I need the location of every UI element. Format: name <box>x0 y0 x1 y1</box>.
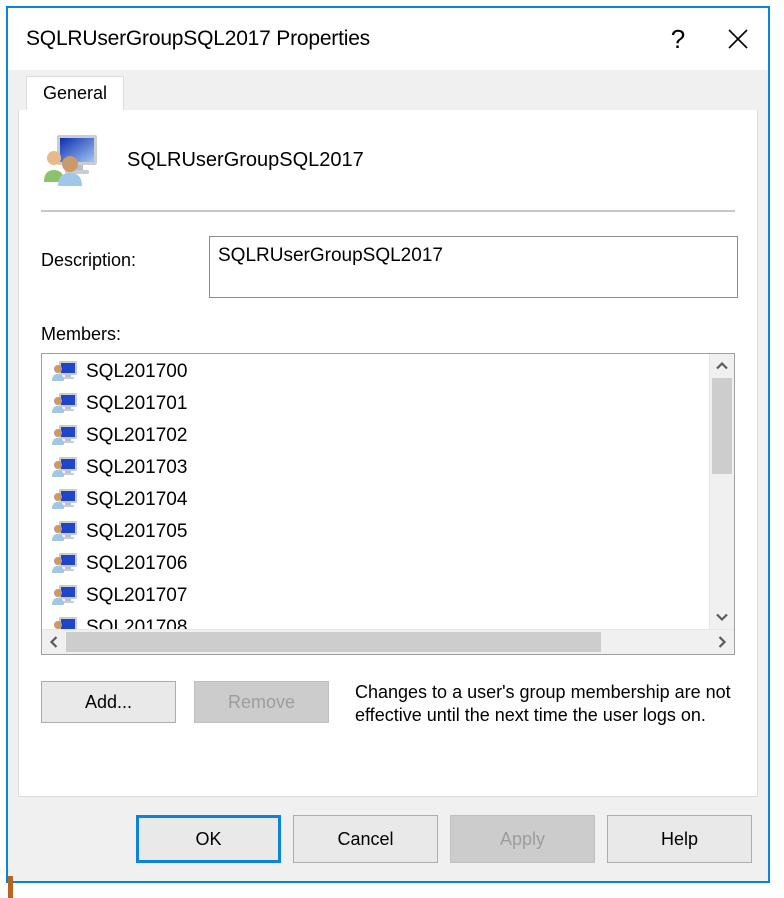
members-list-items: SQL201700 SQL201701 SQL201702 SQL201703 … <box>42 354 709 629</box>
list-item[interactable]: SQL201708 <box>42 612 709 629</box>
list-item-label: SQL201700 <box>86 361 188 382</box>
list-item-label: SQL201706 <box>86 553 188 574</box>
list-item[interactable]: SQL201703 <box>42 452 709 484</box>
list-item-label: SQL201703 <box>86 457 188 478</box>
user-monitor-icon <box>52 520 78 544</box>
vertical-scroll-track[interactable] <box>710 378 734 605</box>
cancel-button[interactable]: Cancel <box>293 815 438 863</box>
header-divider <box>41 210 735 212</box>
remove-button-label: Remove <box>227 691 296 712</box>
apply-button[interactable]: Apply <box>450 815 595 863</box>
group-header: SQLRUserGroupSQL2017 <box>19 110 757 188</box>
user-monitor-icon <box>52 424 78 448</box>
list-item[interactable]: SQL201707 <box>42 580 709 612</box>
scroll-up-arrow-icon[interactable] <box>710 354 734 378</box>
vertical-scrollbar[interactable] <box>709 354 734 629</box>
ok-button-label: OK <box>195 828 222 849</box>
scroll-left-arrow-icon[interactable] <box>42 630 66 654</box>
members-list-main: SQL201700 SQL201701 SQL201702 SQL201703 … <box>42 354 734 629</box>
title-bar: SQLRUserGroupSQL2017 Properties ? <box>8 8 768 70</box>
horizontal-scroll-thumb[interactable] <box>66 632 601 652</box>
group-users-monitor-icon <box>41 132 101 188</box>
close-button[interactable] <box>708 8 768 70</box>
user-monitor-icon <box>52 392 78 416</box>
apply-button-label: Apply <box>499 828 546 849</box>
window-title: SQLRUserGroupSQL2017 Properties <box>26 27 370 50</box>
list-item-label: SQL201708 <box>86 617 188 629</box>
add-button[interactable]: Add... <box>41 681 176 723</box>
user-monitor-icon <box>52 488 78 512</box>
user-monitor-icon <box>52 456 78 480</box>
close-icon <box>728 29 748 49</box>
tab-general[interactable]: General <box>26 76 125 110</box>
list-item-label: SQL201705 <box>86 521 188 542</box>
list-item-label: SQL201702 <box>86 425 188 446</box>
remove-button[interactable]: Remove <box>194 681 329 723</box>
membership-hint-text: Changes to a user's group membership are… <box>355 682 731 726</box>
members-label: Members: <box>41 324 122 344</box>
description-label: Description: <box>41 250 137 270</box>
members-listbox[interactable]: SQL201700 SQL201701 SQL201702 SQL201703 … <box>41 353 735 655</box>
list-item-label: SQL201701 <box>86 393 188 414</box>
user-monitor-icon <box>52 584 78 608</box>
list-item[interactable]: SQL201705 <box>42 516 709 548</box>
help-footer-button[interactable]: Help <box>607 815 752 863</box>
user-monitor-icon <box>52 360 78 384</box>
horizontal-scroll-track[interactable] <box>66 630 710 654</box>
list-item-label: SQL201704 <box>86 489 188 510</box>
horizontal-scrollbar[interactable] <box>42 629 734 654</box>
group-name-label: SQLRUserGroupSQL2017 <box>127 148 364 171</box>
ok-button[interactable]: OK <box>136 815 281 863</box>
member-actions-row: Add... Remove Changes to a user's group … <box>41 681 735 727</box>
properties-dialog: SQLRUserGroupSQL2017 Properties ? Genera… <box>6 6 770 898</box>
cancel-button-label: Cancel <box>337 828 394 849</box>
dialog-footer: OK Cancel Apply Help <box>8 797 768 881</box>
list-item[interactable]: SQL201700 <box>42 356 709 388</box>
add-button-label: Add... <box>84 691 133 712</box>
vertical-scroll-thumb[interactable] <box>712 378 732 474</box>
tab-strip: General <box>8 70 768 110</box>
title-bar-buttons: ? <box>648 8 768 70</box>
description-input[interactable] <box>209 236 738 298</box>
help-button-label: Help <box>660 828 699 849</box>
question-mark-icon: ? <box>670 24 686 54</box>
user-monitor-icon <box>52 616 78 629</box>
list-item[interactable]: SQL201704 <box>42 484 709 516</box>
help-button[interactable]: ? <box>648 8 708 70</box>
scroll-right-arrow-icon[interactable] <box>710 630 734 654</box>
list-item[interactable]: SQL201701 <box>42 388 709 420</box>
user-monitor-icon <box>52 552 78 576</box>
list-item-label: SQL201707 <box>86 585 188 606</box>
tab-general-label: General <box>43 83 108 103</box>
list-item[interactable]: SQL201702 <box>42 420 709 452</box>
list-item[interactable]: SQL201706 <box>42 548 709 580</box>
general-tab-panel: SQLRUserGroupSQL2017 Description: Member… <box>18 110 758 797</box>
scroll-down-arrow-icon[interactable] <box>710 605 734 629</box>
description-row: Description: <box>41 236 757 298</box>
